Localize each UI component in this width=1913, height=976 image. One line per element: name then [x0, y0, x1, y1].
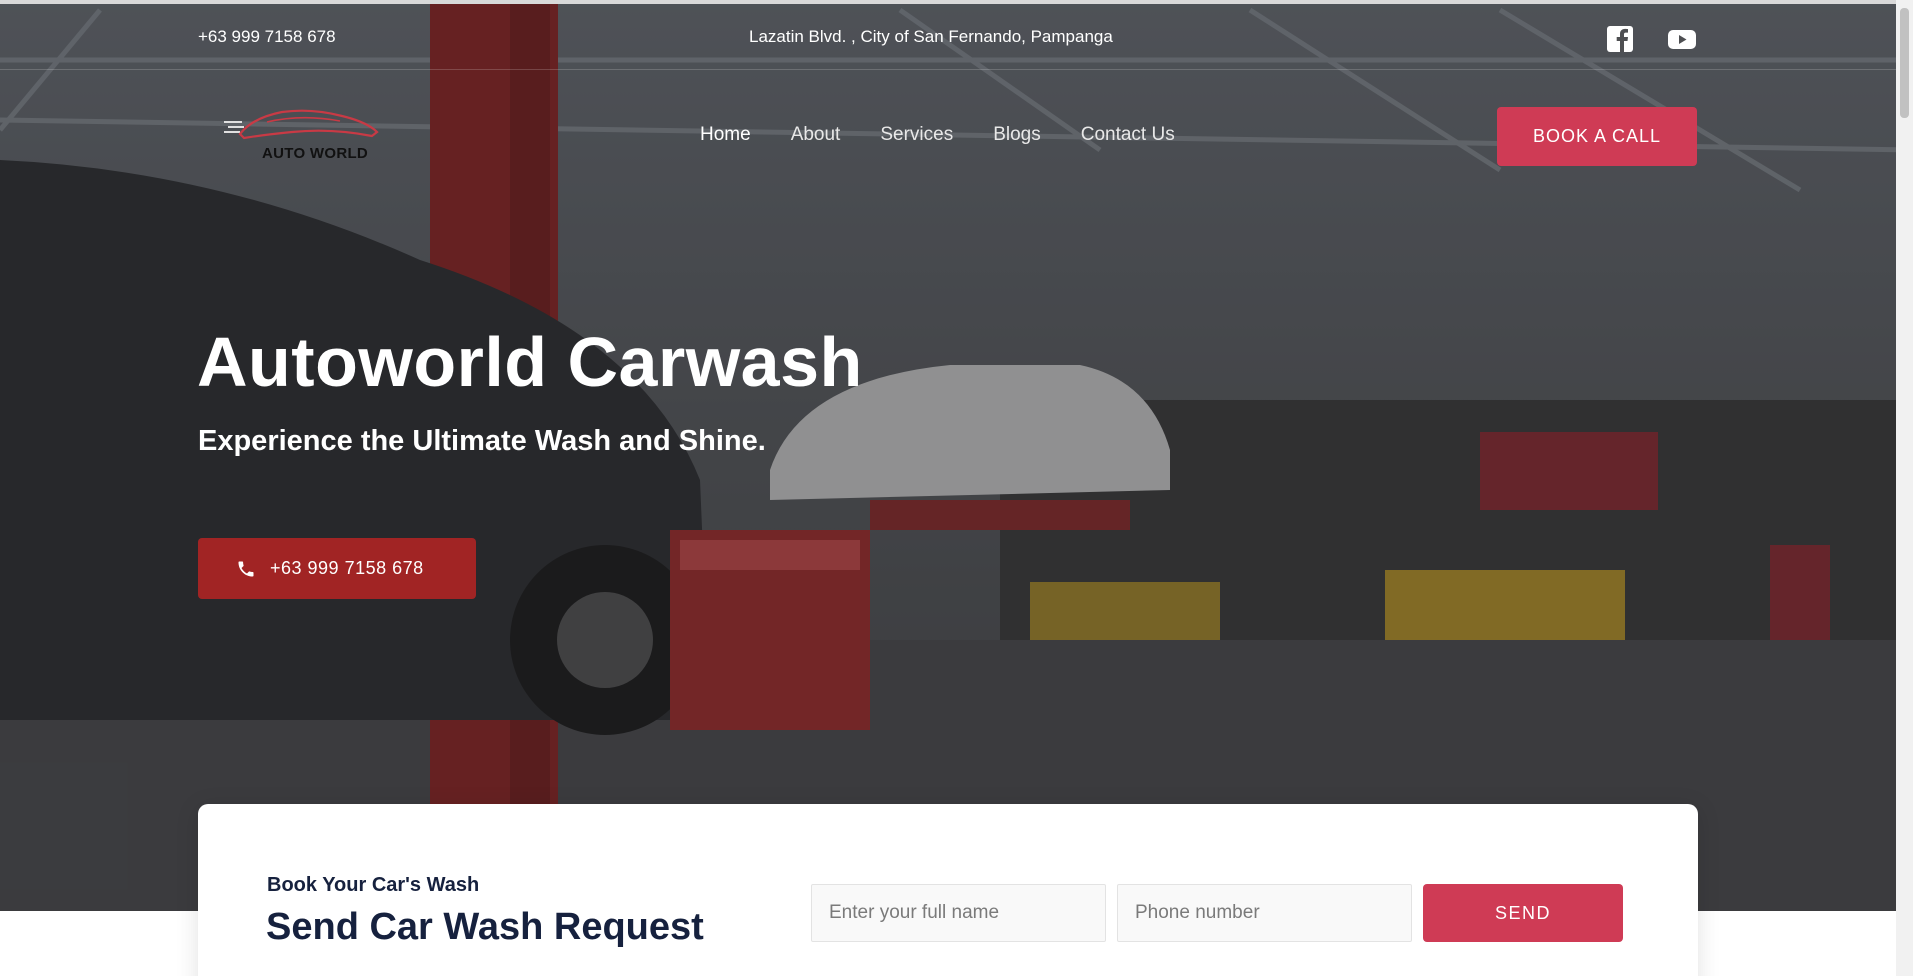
book-a-call-button[interactable]: BOOK A CALL: [1497, 107, 1697, 166]
facebook-icon[interactable]: [1605, 24, 1635, 54]
send-button[interactable]: SEND: [1423, 884, 1623, 942]
hero-title: Autoworld Carwash: [197, 323, 863, 401]
topbar-address: Lazatin Blvd. , City of San Fernando, Pa…: [749, 27, 1113, 46]
topbar-phone[interactable]: +63 999 7158 678: [198, 27, 336, 47]
top-bar: +63 999 7158 678 Lazatin Blvd. , City of…: [0, 4, 1913, 70]
call-phone-button[interactable]: +63 999 7158 678: [198, 538, 476, 599]
full-name-input[interactable]: [811, 884, 1106, 942]
phone-icon: [238, 561, 254, 576]
nav-item-about[interactable]: About: [791, 124, 841, 146]
booking-heading: Send Car Wash Request: [266, 906, 704, 948]
phone-number-input[interactable]: [1117, 884, 1412, 942]
page: +63 999 7158 678 Lazatin Blvd. , City of…: [0, 0, 1913, 976]
youtube-icon[interactable]: [1667, 24, 1697, 54]
nav-item-home[interactable]: Home: [700, 124, 751, 146]
booking-eyebrow: Book Your Car's Wash: [267, 874, 480, 896]
nav-item-services[interactable]: Services: [880, 124, 953, 146]
nav-item-contact-us[interactable]: Contact Us: [1081, 124, 1175, 146]
call-button-label: +63 999 7158 678: [270, 558, 424, 578]
vertical-scrollbar[interactable]: [1896, 0, 1913, 976]
logo-text: AUTO WORLD: [262, 145, 369, 162]
main-nav: Home About Services Blogs Contact Us: [700, 124, 1175, 146]
nav-item-blogs[interactable]: Blogs: [993, 124, 1041, 146]
booking-card: Book Your Car's Wash Send Car Wash Reque…: [198, 804, 1698, 976]
hero-subtitle: Experience the Ultimate Wash and Shine.: [198, 425, 766, 457]
scrollbar-thumb[interactable]: [1900, 8, 1909, 118]
